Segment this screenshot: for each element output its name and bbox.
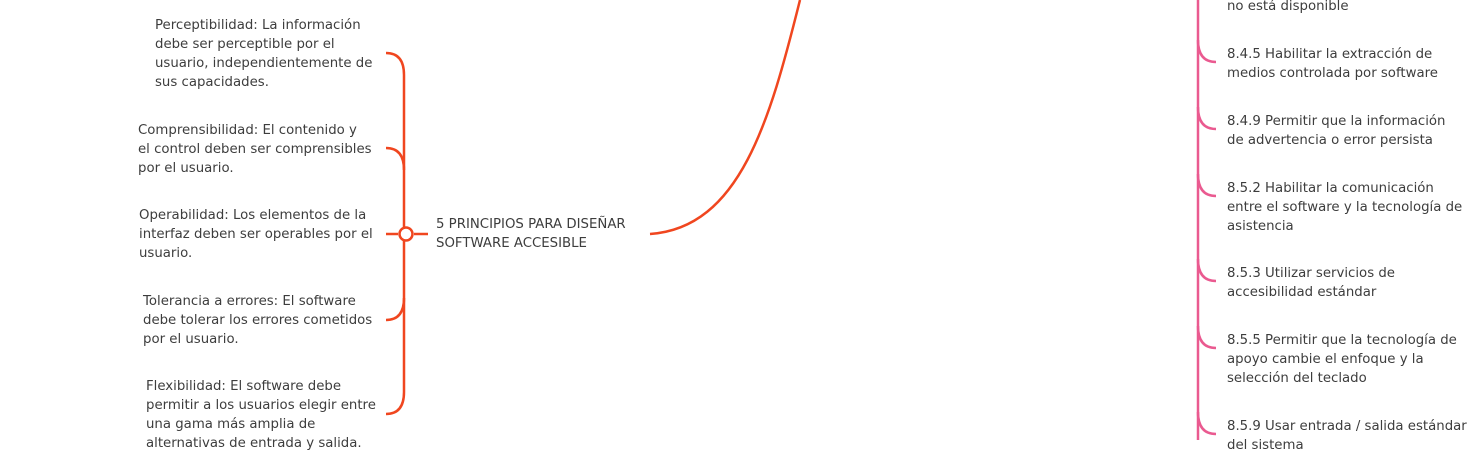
collapse-node-icon xyxy=(398,226,414,242)
node-text-line: Perceptibilidad: La información xyxy=(155,18,361,33)
node-text-line: de advertencia o error persista xyxy=(1227,133,1433,148)
node-text-line: accesibilidad estándar xyxy=(1227,285,1377,300)
node-text-line: Operabilidad: Los elementos de la xyxy=(139,208,367,223)
node-text-line: 8.5.2 Habilitar la comunicación xyxy=(1227,181,1434,196)
node-text-line: Flexibilidad: El software debe xyxy=(146,379,342,394)
node-text-line: no está disponible xyxy=(1227,0,1349,14)
guideline-connector xyxy=(1196,173,1217,198)
node-text-line: 8.5.3 Utilizar servicios de xyxy=(1227,266,1395,281)
node-text-line: una gama más amplia de xyxy=(146,417,316,432)
guideline-connector xyxy=(1196,325,1217,350)
node-text-line: por el usuario. xyxy=(143,332,239,347)
node-text-line: Tolerancia a errores: El software xyxy=(143,294,356,309)
node-text-line: usuario, independientemente de xyxy=(155,56,373,71)
node-text-line: asistencia xyxy=(1227,219,1294,234)
node-text-line: SOFTWARE ACCESIBLE xyxy=(436,236,587,251)
guideline-item[interactable]: 8.5.5 Permitir que la tecnología de apoy… xyxy=(1227,331,1457,388)
node-text-line: selección del teclado xyxy=(1227,371,1367,386)
principle-comprehensibility[interactable]: Comprensibilidad: El contenido y el cont… xyxy=(138,121,372,178)
guideline-connector xyxy=(1196,258,1217,283)
node-text-line: Comprensibilidad: El contenido y xyxy=(138,123,357,138)
node-text-line: usuario. xyxy=(139,246,193,261)
guideline-item[interactable]: 8.4.5 Habilitar la extracción de medios … xyxy=(1227,45,1438,83)
guideline-item[interactable]: 8.5.9 Usar entrada / salida estándar del… xyxy=(1227,417,1467,455)
node-text-line: 8.4.5 Habilitar la extracción de xyxy=(1227,47,1433,62)
guideline-item[interactable]: 8.5.3 Utilizar servicios de accesibilida… xyxy=(1227,264,1395,302)
node-text-line: 8.5.9 Usar entrada / salida estándar xyxy=(1227,419,1467,434)
node-text-line: sus capacidades. xyxy=(155,75,269,90)
node-text-line: 8.4.9 Permitir que la información xyxy=(1227,114,1446,129)
node-text-line: alternativas de entrada y salida. xyxy=(146,436,362,451)
guideline-item[interactable]: 8.5.2 Habilitar la comunicación entre el… xyxy=(1227,179,1462,236)
principle-connector xyxy=(385,297,406,322)
central-topic[interactable]: 5 PRINCIPIOS PARA DISEÑAR SOFTWARE ACCES… xyxy=(436,215,648,253)
principle-operability[interactable]: Operabilidad: Los elementos de la interf… xyxy=(139,206,373,263)
parent-connector xyxy=(649,0,802,236)
node-text-line: 5 PRINCIPIOS PARA DISEÑAR xyxy=(436,217,626,232)
node-text-line: apoyo cambie el enfoque y la xyxy=(1227,352,1424,367)
principle-flexibility[interactable]: Flexibilidad: El software debe permitir … xyxy=(146,377,376,453)
guideline-connector xyxy=(1196,411,1217,436)
node-text-line: debe tolerar los errores cometidos xyxy=(143,313,373,328)
node-text-line: medios controlada por software xyxy=(1227,66,1438,81)
node-text-line: por el usuario. xyxy=(138,161,234,176)
principle-connector xyxy=(385,146,406,171)
guideline-connector xyxy=(1196,39,1217,64)
node-text-line: debe ser perceptible por el xyxy=(155,37,335,52)
node-text-line: del sistema xyxy=(1227,438,1304,453)
node-text-line: interfaz deben ser operables por el xyxy=(139,227,373,242)
principle-perceptibility[interactable]: Perceptibilidad: La información debe ser… xyxy=(155,16,372,92)
node-text-line: entre el software y la tecnología de xyxy=(1227,200,1463,215)
principle-error-tolerance[interactable]: Tolerancia a errores: El software debe t… xyxy=(143,292,372,349)
guideline-connector xyxy=(1196,106,1217,131)
guideline-item[interactable]: 8.4.9 Permitir que la información de adv… xyxy=(1227,112,1445,150)
node-text-line: permitir a los usuarios elegir entre xyxy=(146,398,376,413)
node-text-line: el control deben ser comprensibles xyxy=(138,142,372,157)
guideline-item[interactable]: no está disponible xyxy=(1227,0,1349,16)
node-text-line: 8.5.5 Permitir que la tecnología de xyxy=(1227,333,1457,348)
